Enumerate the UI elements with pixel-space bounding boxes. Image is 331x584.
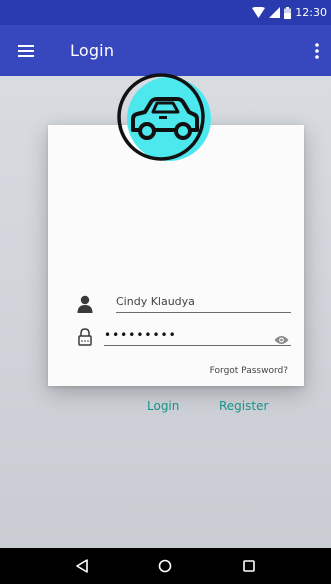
login-button[interactable]: Login [147,399,179,413]
lock-icon [76,328,94,346]
password-input[interactable]: ••••••••• [104,324,291,346]
menu-icon[interactable] [2,25,50,76]
username-row: Cindy Klaudya [76,291,291,317]
app-bar: Login [0,25,331,76]
status-time: 12:30 [295,6,327,19]
page-title: Login [70,41,115,60]
home-icon[interactable] [150,551,180,581]
password-value: ••••••••• [104,327,177,342]
more-vert-icon[interactable] [305,25,329,76]
password-row: ••••••••• [76,324,291,350]
username-value: Cindy Klaudya [116,295,195,308]
battery-icon [284,6,292,19]
signal-icon [269,7,281,18]
person-icon [76,295,94,313]
back-icon[interactable] [67,551,97,581]
status-bar: 12:30 [0,0,331,25]
wifi-icon [252,7,266,18]
username-input[interactable]: Cindy Klaudya [116,291,291,313]
register-button[interactable]: Register [219,399,268,413]
recents-icon[interactable] [234,551,264,581]
car-icon [117,72,211,166]
forgot-password-link[interactable]: Forgot Password? [210,366,288,376]
navigation-bar [0,548,331,584]
eye-icon[interactable] [274,330,289,344]
